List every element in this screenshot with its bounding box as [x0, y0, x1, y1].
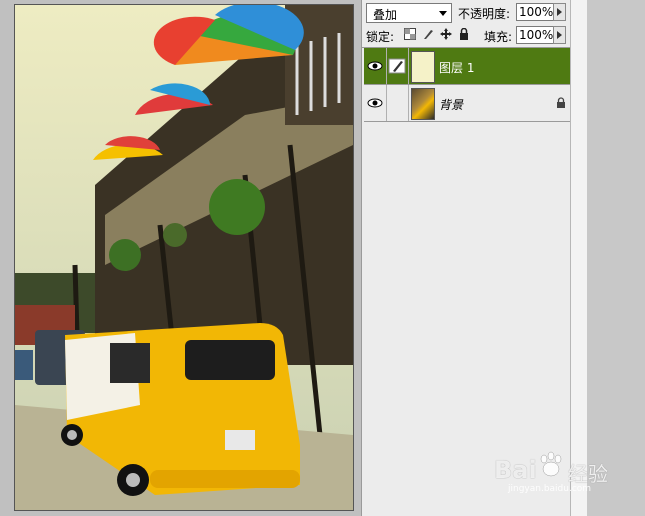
lock-all-icon[interactable] — [458, 28, 470, 40]
opacity-stepper[interactable] — [553, 3, 566, 21]
eye-icon — [367, 61, 383, 71]
layer-name: 图层 1 — [439, 61, 475, 75]
watermark-brand-suffix: 经验 — [568, 462, 608, 486]
lock-position-move-icon[interactable] — [440, 28, 452, 40]
visibility-toggle[interactable] — [364, 48, 387, 84]
fill-label: 填充: — [484, 30, 513, 44]
layer-row-background[interactable]: 背景 — [364, 85, 570, 121]
layer-thumbnail — [411, 51, 435, 83]
panel-scrollbar[interactable] — [570, 0, 587, 516]
layer-edit-indicator — [387, 48, 409, 84]
opacity-input[interactable]: 100% — [516, 3, 554, 21]
lock-fill-row: 锁定: 填充: 100% — [366, 26, 570, 46]
blend-mode-select[interactable]: 叠加 — [366, 3, 452, 23]
street-photo — [15, 5, 353, 510]
baidu-watermark: Bai 经验 jingyan.baidu.com — [494, 446, 614, 496]
layer-link-cell[interactable] — [387, 85, 409, 121]
workspace-background — [587, 0, 645, 516]
paw-icon — [540, 451, 562, 477]
layer-thumbnail — [411, 88, 435, 120]
opacity-label: 不透明度: — [458, 7, 511, 21]
eye-icon — [367, 98, 383, 108]
layer-divider — [364, 121, 570, 122]
layer-name: 背景 — [439, 98, 464, 112]
visibility-toggle[interactable] — [364, 85, 387, 121]
watermark-url: jingyan.baidu.com — [508, 484, 592, 494]
fill-input[interactable]: 100% — [516, 26, 554, 44]
layer-row-layer1[interactable]: 图层 1 — [364, 48, 570, 84]
blend-opacity-row: 叠加 不透明度: 100% — [366, 3, 570, 23]
fill-stepper[interactable] — [553, 26, 566, 44]
watermark-brand: Bai — [494, 456, 537, 484]
lock-transparent-pixels-icon[interactable] — [404, 28, 416, 40]
document-image[interactable] — [14, 4, 354, 511]
lock-image-pixels-brush-icon[interactable] — [422, 28, 434, 40]
blend-mode-value: 叠加 — [373, 8, 398, 22]
lock-label: 锁定: — [366, 30, 395, 44]
lock-icon — [557, 97, 565, 108]
brush-icon — [388, 58, 406, 74]
document-canvas-area — [0, 0, 360, 516]
chevron-down-icon — [439, 11, 447, 16]
